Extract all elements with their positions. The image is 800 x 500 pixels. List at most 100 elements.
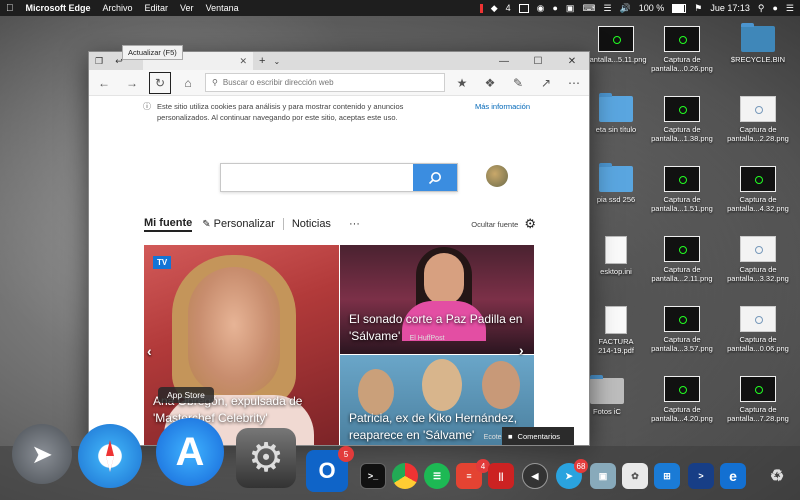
- preview-icon[interactable]: ▣: [590, 463, 616, 489]
- menu-ver[interactable]: Ver: [180, 3, 194, 13]
- desktop-icon-label: Captura de pantalla...4.20.png: [651, 405, 713, 423]
- tab-list-chevron-icon[interactable]: ⌄: [273, 57, 280, 66]
- menu-ventana[interactable]: Ventana: [206, 3, 239, 13]
- desktop-icon[interactable]: pantalla...5.11.png: [581, 26, 651, 64]
- desktop-icon[interactable]: FACTURA 214-19.pdf: [581, 306, 651, 355]
- chrome-icon[interactable]: [392, 463, 418, 489]
- desktop-icon[interactable]: Captura de pantalla...2.28.png: [723, 96, 793, 143]
- carousel-next-icon[interactable]: ›: [519, 342, 524, 358]
- parallels-icon[interactable]: ||: [488, 463, 514, 489]
- quicktime-icon[interactable]: ◀: [522, 463, 548, 489]
- desktop-icon[interactable]: Captura de pantalla...0.26.png: [647, 26, 717, 73]
- back-button[interactable]: ←: [93, 72, 115, 94]
- desktop-icon[interactable]: Captura de pantalla...4.20.png: [647, 376, 717, 423]
- more-tabs-button[interactable]: ···: [349, 218, 360, 230]
- address-input[interactable]: [222, 78, 438, 87]
- avatar[interactable]: [486, 165, 508, 187]
- menu-editar[interactable]: Editar: [145, 3, 169, 13]
- app-store-icon[interactable]: A: [156, 418, 224, 486]
- desktop-icon[interactable]: Captura de pantalla...2.11.png: [647, 236, 717, 283]
- thumbnail-icon: [664, 376, 700, 402]
- clock[interactable]: Jue 17:13: [710, 3, 750, 13]
- carousel-prev-icon[interactable]: ‹: [147, 343, 152, 359]
- news-card-main[interactable]: TV Ana Obregón, expulsada de 'Masterchef…: [144, 245, 339, 445]
- desktop-icon[interactable]: Captura de pantalla...0.06.png: [723, 306, 793, 353]
- more-info-link[interactable]: Más información: [475, 101, 530, 112]
- desktop-icon-label: eta sin título: [595, 125, 637, 134]
- feedback-button[interactable]: ■ Comentarios: [502, 427, 574, 445]
- desktop-icon[interactable]: Captura de pantalla...3.57.png: [647, 306, 717, 353]
- pdf-icon: [605, 306, 627, 334]
- battery-icon[interactable]: [672, 3, 687, 13]
- battery-text[interactable]: 100 %: [639, 3, 665, 13]
- tab-noticias[interactable]: Noticias: [292, 218, 331, 230]
- photo-face: [422, 359, 462, 411]
- menu-app-name[interactable]: Microsoft Edge: [26, 3, 91, 13]
- spotify-icon[interactable]: ☰: [424, 463, 450, 489]
- windows-icon[interactable]: ⊞: [654, 463, 680, 489]
- launchpad-icon[interactable]: ➤: [12, 424, 72, 484]
- screen-icon[interactable]: ▣: [566, 3, 575, 14]
- settings-gear-icon[interactable]: ⚙: [524, 216, 536, 232]
- powershell-icon[interactable]: >: [688, 463, 714, 489]
- system-preferences-icon[interactable]: ⚙: [236, 428, 296, 488]
- forward-button[interactable]: →: [121, 72, 143, 94]
- photos-icon[interactable]: ✿: [622, 463, 648, 489]
- record-indicator-icon[interactable]: [479, 3, 483, 13]
- minimize-button[interactable]: —: [487, 56, 521, 67]
- user-icon[interactable]: ●: [772, 3, 777, 13]
- refresh-tooltip: Actualizar (F5): [122, 45, 183, 60]
- flag-icon[interactable]: ⚑: [694, 3, 702, 14]
- info-icon: ⓘ: [143, 102, 151, 111]
- close-button[interactable]: ✕: [555, 56, 589, 67]
- tab-actions-icon[interactable]: ❐: [89, 56, 109, 67]
- menu-archivo[interactable]: Archivo: [103, 3, 133, 13]
- wifi-icon[interactable]: ☰: [603, 3, 611, 14]
- desktop-icon[interactable]: Captura de pantalla...1.38.png: [647, 96, 717, 143]
- web-note-icon[interactable]: ✎: [507, 72, 529, 94]
- refresh-button[interactable]: ↻: [149, 71, 171, 94]
- apple-menu-icon[interactable]: : [6, 3, 14, 14]
- share-icon[interactable]: ↗: [535, 72, 557, 94]
- desktop-icon[interactable]: Captura de pantalla...4.32.png: [723, 166, 793, 213]
- status-count[interactable]: 4: [506, 3, 511, 13]
- trash-icon[interactable]: ♻: [764, 463, 790, 489]
- desktop-icon[interactable]: $RECYCLE.BIN: [723, 23, 793, 64]
- news-headline[interactable]: El sonado corte a Paz Padilla en 'Sálvam…: [349, 311, 529, 347]
- camera-icon[interactable]: ◉: [537, 3, 545, 14]
- reading-view-icon[interactable]: ★: [451, 72, 473, 94]
- home-button[interactable]: ⌂: [177, 72, 199, 94]
- desktop-icon[interactable]: esktop.ini: [581, 236, 651, 276]
- desktop-icon[interactable]: Captura de pantalla...7.28.png: [723, 376, 793, 423]
- address-bar[interactable]: ⚲: [205, 73, 445, 92]
- divider: [282, 218, 284, 230]
- edge-icon[interactable]: e: [720, 463, 746, 489]
- tab-mi-fuente[interactable]: Mi fuente: [144, 217, 193, 232]
- more-options-icon[interactable]: ⋯: [563, 72, 585, 94]
- search-button[interactable]: [413, 164, 457, 191]
- menu-bar:  Microsoft Edge Archivo Editar Ver Vent…: [0, 0, 800, 16]
- thumbnail-icon: [664, 26, 700, 52]
- terminal-icon[interactable]: >_: [360, 463, 386, 489]
- search-icon[interactable]: ⚲: [758, 3, 765, 14]
- news-card-top-right[interactable]: El sonado corte a Paz Padilla en 'Sálvam…: [340, 245, 534, 354]
- new-tab-button[interactable]: +: [259, 55, 265, 67]
- hide-feed-link[interactable]: Ocultar fuente: [471, 220, 518, 229]
- desktop-icon[interactable]: Captura de pantalla...1.51.png: [647, 166, 717, 213]
- keyboard-icon[interactable]: ⌨: [582, 3, 595, 14]
- dropbox-icon[interactable]: ◆: [491, 3, 498, 14]
- safari-icon[interactable]: [78, 424, 142, 488]
- maximize-button[interactable]: ☐: [521, 56, 555, 67]
- desktop-icon[interactable]: pia ssd 256: [581, 163, 651, 204]
- feedback-label: Comentarios: [517, 431, 561, 441]
- volume-icon[interactable]: 🔊: [620, 3, 631, 14]
- web-search-box[interactable]: [220, 163, 458, 192]
- list-icon[interactable]: ☰: [786, 3, 794, 14]
- desktop-icon[interactable]: Captura de pantalla...3.32.png: [723, 236, 793, 283]
- favorites-hub-icon[interactable]: ❖: [479, 72, 501, 94]
- desktop-icon[interactable]: eta sin título: [581, 93, 651, 134]
- tab-close-icon[interactable]: ✕: [239, 56, 247, 67]
- display-icon[interactable]: [518, 3, 529, 13]
- notification-icon[interactable]: ●: [552, 3, 557, 13]
- personalize-button[interactable]: ✎ Personalizar: [202, 218, 275, 230]
